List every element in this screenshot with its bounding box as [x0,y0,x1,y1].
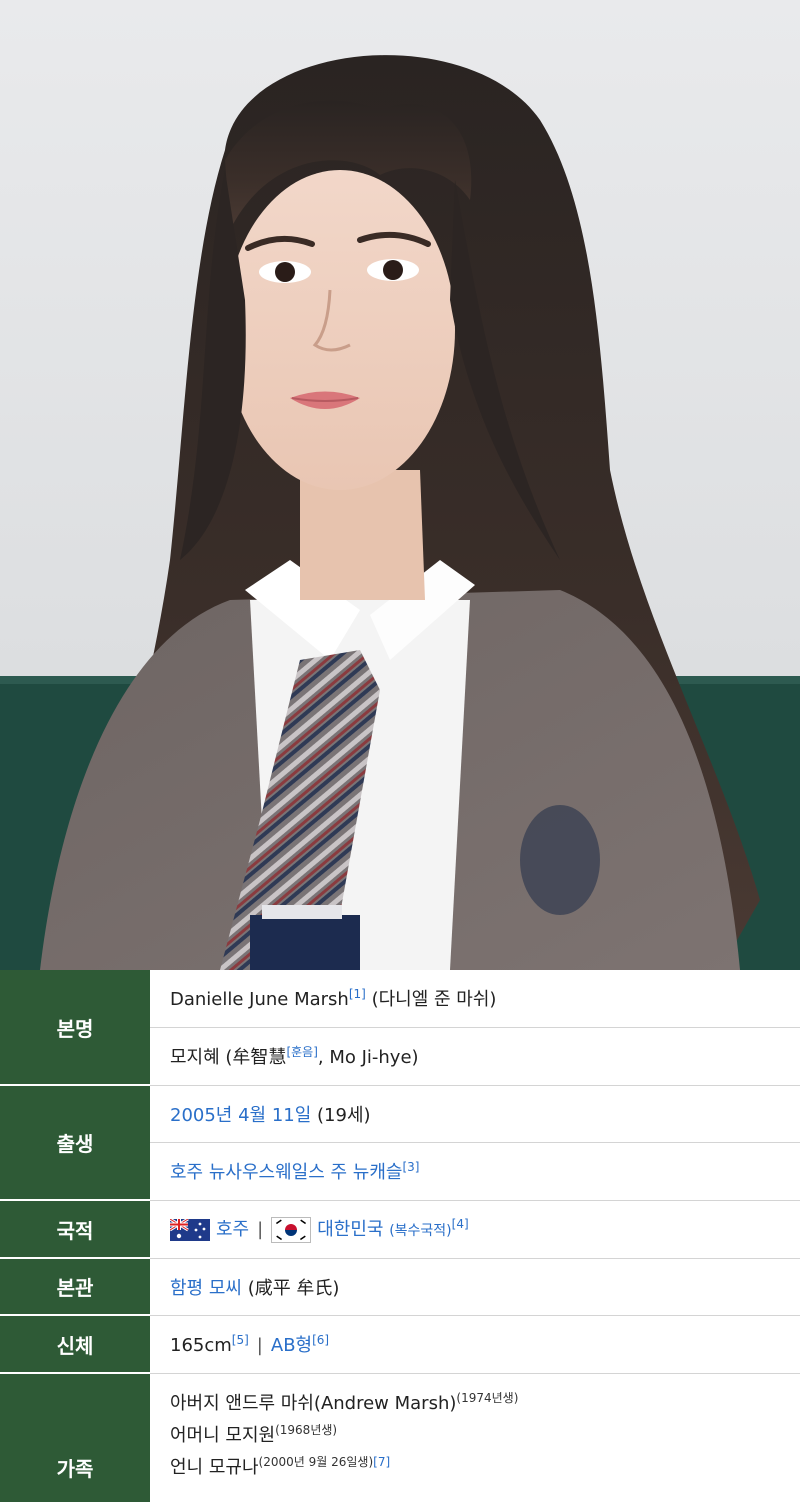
clan-value: 함평 모씨 (咸平 牟氏) [150,1257,800,1315]
profile-infobox: 본명 Danielle June Marsh[1] (다니엘 준 마쉬) 모지혜… [0,970,800,1502]
real-name-row-1: 본명 Danielle June Marsh[1] (다니엘 준 마쉬) [0,970,800,1085]
real-name-korean-transcription: (다니엘 준 마쉬) [365,989,497,1011]
birth-header: 출생 [0,1084,150,1200]
blood-type-link[interactable]: AB형 [271,1335,312,1356]
father-birth-year: (1974년생) [456,1390,519,1405]
nationality-separator: | [257,1219,264,1240]
south-korea-flag-icon [271,1217,312,1243]
family-header: 가족 [0,1372,150,1502]
ref-5-link[interactable]: [5] [232,1333,249,1347]
birth-date: 2005년 4월 11일 (19세) [150,1084,800,1142]
family-row: 가족 아버지 앤드루 마쉬(Andrew Marsh)(1974년생) 어머니 … [0,1372,800,1502]
mother-birth-year: (1968년생) [275,1422,338,1437]
dual-citizenship-note: (복수국적) [389,1223,452,1239]
body-row: 신체 165cm[5] | AB형[6] [0,1314,800,1373]
real-name-romanization: , Mo Ji-hye) [317,1047,419,1068]
ref-7-link[interactable]: [7] [373,1455,390,1469]
real-name-korean: 모지혜 (牟智慧[훈음], Mo Ji-hye) [150,1026,800,1085]
country-australia-link[interactable]: 호주 [216,1219,249,1240]
real-name-english-text: Danielle June Marsh [170,989,349,1011]
family-father: 아버지 앤드루 마쉬(Andrew Marsh)(1974년생) [170,1388,800,1420]
family-mother: 어머니 모지원(1968년생) [170,1420,800,1452]
birth-place-link[interactable]: 호주 뉴사우스웨일스 주 뉴캐슬 [170,1162,402,1183]
nationality-header: 국적 [0,1199,150,1258]
mother-text: 어머니 모지원 [170,1424,276,1446]
real-name-korean-text: 모지혜 (牟智慧 [170,1047,287,1068]
sister-birth-date: (2000년 9월 26일생) [258,1454,374,1469]
nationality-value: 호주 | 대한민국 (복수국적)[4] [150,1199,800,1258]
father-text: 아버지 앤드루 마쉬(Andrew Marsh) [170,1392,457,1414]
ref-3-link[interactable]: [3] [402,1160,419,1174]
clan-hanja: (咸平 牟氏) [241,1277,340,1299]
clan-link[interactable]: 함평 모씨 [170,1278,242,1299]
ref-4-link[interactable]: [4] [452,1217,469,1231]
family-value: 아버지 앤드루 마쉬(Andrew Marsh)(1974년생) 어머니 모지원… [150,1372,800,1502]
nationality-row: 국적 호주 | 대한민국 (복수국적)[4] [0,1199,800,1258]
birth-date-link[interactable]: 2005년 4월 11일 [170,1105,311,1126]
clan-row: 본관 함평 모씨 (咸平 牟氏) [0,1257,800,1315]
real-name-english: Danielle June Marsh[1] (다니엘 준 마쉬) [150,970,800,1027]
body-separator: | [256,1335,263,1356]
ref-1-link[interactable]: [1] [349,987,366,1001]
body-header: 신체 [0,1314,150,1373]
country-korea-link[interactable]: 대한민국 [317,1219,383,1240]
birth-row-1: 출생 2005년 4월 11일 (19세) [0,1084,800,1200]
ref-6-link[interactable]: [6] [312,1333,329,1347]
body-value: 165cm[5] | AB형[6] [150,1314,800,1373]
australia-flag-icon [170,1219,210,1241]
family-sister: 언니 모규나(2000년 9월 26일생)[7] [170,1452,800,1484]
real-name-header: 본명 [0,970,150,1085]
profile-photo-illustration [0,0,800,970]
birth-place: 호주 뉴사우스웨일스 주 뉴캐슬[3] [150,1141,800,1200]
sister-text: 언니 모규나 [170,1456,259,1478]
profile-photo [0,0,800,970]
clan-header: 본관 [0,1257,150,1315]
height-value: 165cm [170,1335,232,1356]
hanja-reading-link[interactable]: [훈음] [286,1045,317,1059]
birth-age: (19세) [311,1104,371,1126]
